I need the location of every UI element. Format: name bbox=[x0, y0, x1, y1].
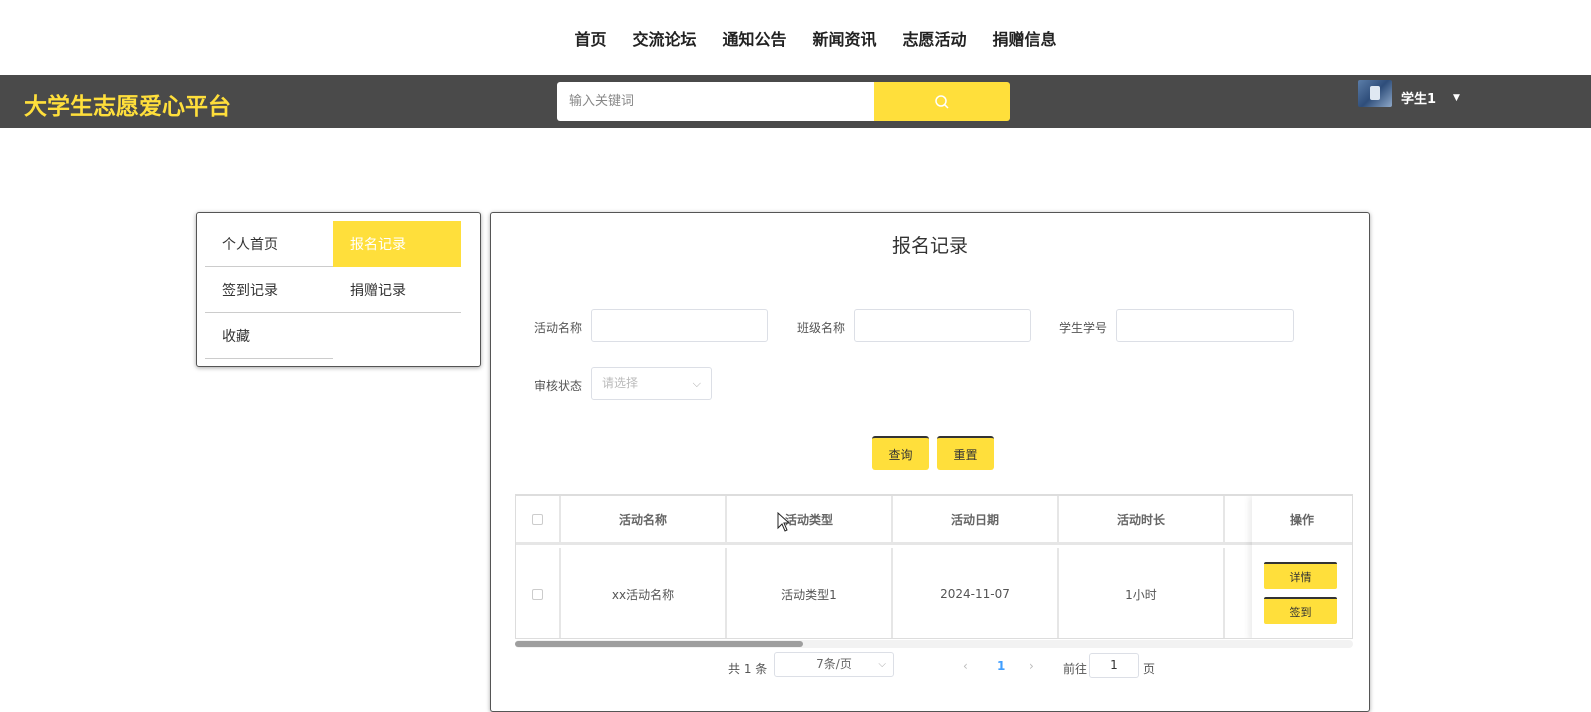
page-size-select[interactable]: 7条/页 ⌵ bbox=[774, 652, 894, 677]
sidebar-item-favorites[interactable]: 收藏 bbox=[205, 313, 333, 359]
chevron-down-icon: ⌵ bbox=[878, 659, 886, 670]
review-status-placeholder: 请选择 bbox=[602, 376, 639, 390]
user-name[interactable]: 学生1 bbox=[1401, 88, 1436, 107]
sidebar-item-profile[interactable]: 个人首页 bbox=[205, 221, 333, 267]
student-id-label: 学生学号 bbox=[1059, 321, 1108, 335]
class-name-input[interactable] bbox=[854, 309, 1031, 342]
nav-forum[interactable]: 交流论坛 bbox=[632, 26, 696, 50]
detail-button[interactable]: 详情 bbox=[1264, 562, 1337, 589]
prev-page-icon[interactable]: ‹ bbox=[963, 659, 968, 673]
col-activity-duration[interactable]: 活动时长 bbox=[1059, 496, 1225, 542]
class-name-label: 班级名称 bbox=[797, 321, 846, 335]
current-page[interactable]: 1 bbox=[997, 659, 1005, 673]
main-panel: 报名记录 活动名称 班级名称 学生学号 审核状态 请选择 ⌵ 查询 重置 活动名… bbox=[490, 212, 1370, 712]
sidebar-item-donation-records[interactable]: 捐赠记录 bbox=[333, 267, 461, 313]
goto-page-input[interactable]: 1 bbox=[1089, 653, 1139, 678]
page-suffix: 页 bbox=[1143, 662, 1156, 676]
search-icon bbox=[935, 94, 949, 109]
row-checkbox[interactable] bbox=[532, 588, 543, 600]
col-activity-date[interactable]: 活动日期 bbox=[893, 496, 1059, 542]
review-status-label: 审核状态 bbox=[534, 379, 583, 393]
nav-notice[interactable]: 通知公告 bbox=[722, 26, 786, 50]
col-activity-type[interactable]: 活动类型 bbox=[727, 496, 893, 542]
pagination: 共 1 条 7条/页 ⌵ ‹ 1 › 前往 1 页 bbox=[491, 651, 1369, 681]
cell-activity-date: 2024-11-07 bbox=[893, 548, 1059, 638]
chevron-down-icon: ⌵ bbox=[692, 377, 701, 390]
cell-activity-name: xx活动名称 bbox=[561, 548, 727, 638]
activity-name-input[interactable] bbox=[591, 309, 768, 342]
col-activity-name[interactable]: 活动名称 bbox=[561, 496, 727, 542]
nav-volunteer[interactable]: 志愿活动 bbox=[903, 26, 967, 50]
table-header: 活动名称 活动类型 活动日期 活动时长 bbox=[516, 496, 1352, 545]
page-size-value: 7条/页 bbox=[816, 657, 852, 671]
caret-down-icon[interactable]: ▼ bbox=[1453, 93, 1460, 103]
sidebar-item-signin-records[interactable]: 签到记录 bbox=[205, 267, 333, 313]
goto-label: 前往 bbox=[1063, 662, 1088, 676]
user-menu[interactable]: 学生1 ▼ bbox=[1358, 80, 1460, 107]
search-input[interactable] bbox=[557, 82, 874, 121]
cell-activity-duration: 1小时 bbox=[1059, 548, 1225, 638]
header-bar: 大学生志愿爱心平台 学生1 ▼ bbox=[0, 75, 1591, 128]
page-title: 报名记录 bbox=[891, 235, 968, 257]
table-scrollbar[interactable] bbox=[515, 640, 1353, 648]
avatar[interactable] bbox=[1358, 80, 1392, 107]
query-button[interactable]: 查询 bbox=[872, 436, 929, 470]
col-actions: 操作 bbox=[1252, 496, 1352, 545]
next-page-icon[interactable]: › bbox=[1029, 659, 1034, 673]
records-table: 活动名称 活动类型 活动日期 活动时长 xx活动名称 活动类型1 2024-11… bbox=[515, 494, 1353, 639]
table-row: xx活动名称 活动类型1 2024-11-07 1小时 bbox=[516, 548, 1352, 638]
student-id-input[interactable] bbox=[1116, 309, 1294, 342]
mouse-cursor-icon bbox=[777, 512, 791, 532]
sidebar-item-registration-records[interactable]: 报名记录 bbox=[333, 221, 461, 267]
nav-news[interactable]: 新闻资讯 bbox=[813, 26, 877, 50]
signin-button[interactable]: 签到 bbox=[1264, 597, 1337, 624]
pagination-total: 共 1 条 bbox=[728, 662, 768, 676]
select-all-checkbox[interactable] bbox=[532, 513, 543, 525]
nav-donation[interactable]: 捐赠信息 bbox=[993, 26, 1057, 50]
sidebar-menu: 个人首页 报名记录 签到记录 捐赠记录 收藏 bbox=[196, 212, 481, 367]
scrollbar-thumb[interactable] bbox=[515, 641, 803, 647]
row-select-cell bbox=[516, 548, 561, 638]
nav-home[interactable]: 首页 bbox=[574, 26, 606, 50]
site-logo[interactable]: 大学生志愿爱心平台 bbox=[24, 87, 231, 121]
activity-name-label: 活动名称 bbox=[534, 321, 583, 335]
sidebar-empty-cell bbox=[333, 313, 461, 359]
search-button[interactable] bbox=[874, 82, 1010, 121]
select-all-cell bbox=[516, 496, 561, 542]
cell-activity-type: 活动类型1 bbox=[727, 548, 893, 638]
actions-column: 操作 详情 签到 bbox=[1252, 496, 1352, 638]
reset-button[interactable]: 重置 bbox=[937, 436, 994, 470]
top-nav: 首页 交流论坛 通知公告 新闻资讯 志愿活动 捐赠信息 bbox=[0, 0, 1591, 75]
review-status-select[interactable]: 请选择 ⌵ bbox=[591, 367, 712, 400]
search-bar bbox=[557, 82, 1010, 121]
